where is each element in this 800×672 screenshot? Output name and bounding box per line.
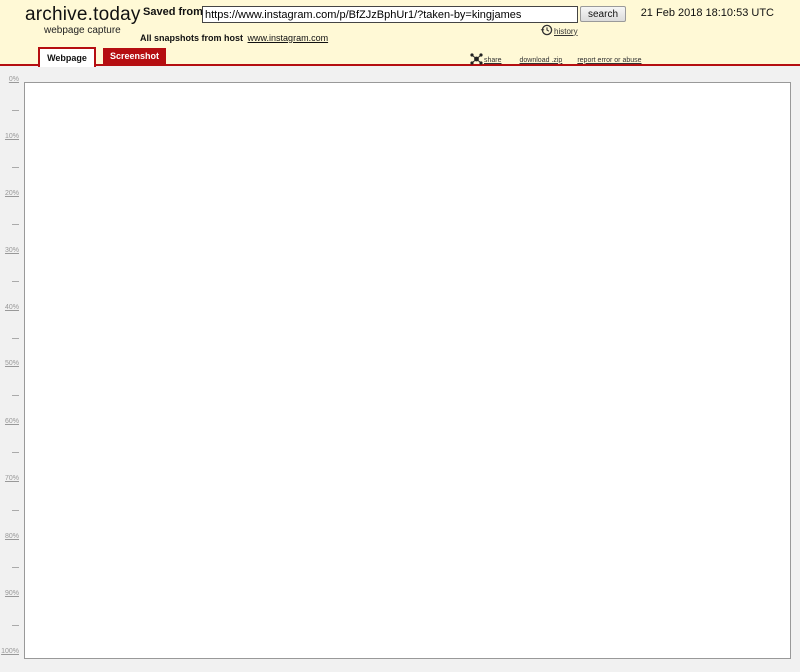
tab-webpage[interactable]: Webpage: [38, 47, 96, 67]
search-button[interactable]: search: [580, 6, 626, 22]
ruler-label-20[interactable]: 20%: [5, 190, 19, 197]
ruler-dash: [12, 395, 19, 396]
ruler-dash: [12, 167, 19, 168]
download-zip-link[interactable]: download .zip: [520, 57, 563, 64]
share-link[interactable]: share: [484, 57, 502, 64]
ruler-dash: [12, 452, 19, 453]
action-links: share download .zip report error or abus…: [470, 53, 642, 67]
ruler-label-40[interactable]: 40%: [5, 304, 19, 311]
capture-date: 21 Feb 2018 18:10:53 UTC: [640, 7, 774, 19]
all-snapshots-label: All snapshots: [140, 33, 200, 43]
saved-from-label: Saved from: [143, 6, 203, 18]
ruler-label-60[interactable]: 60%: [5, 418, 19, 425]
logo-subtitle: webpage capture: [44, 25, 121, 36]
ruler-label-30[interactable]: 30%: [5, 247, 19, 254]
scroll-ruler: 0% 10% 20% 30% 40% 50% 60% 70% 80% 90% 1…: [0, 66, 22, 672]
archived-page-frame[interactable]: [24, 82, 791, 659]
header-bar: archive.today webpage capture Saved from…: [0, 0, 800, 67]
ruler-label-80[interactable]: 80%: [5, 533, 19, 540]
ruler-label-70[interactable]: 70%: [5, 475, 19, 482]
ruler-dash: [12, 338, 19, 339]
ruler-dash: [12, 510, 19, 511]
ruler-dash: [12, 625, 19, 626]
ruler-dash: [12, 281, 19, 282]
ruler-label-100[interactable]: 100%: [1, 648, 19, 655]
all-snapshots-line: All snapshots from host www.instagram.co…: [140, 33, 328, 43]
ruler-dash: [12, 567, 19, 568]
report-abuse-link[interactable]: report error or abuse: [577, 57, 641, 64]
ruler-dash: [12, 110, 19, 111]
url-input[interactable]: [202, 6, 578, 23]
history-link-group[interactable]: history: [540, 24, 578, 38]
ruler-label-0[interactable]: 0%: [9, 76, 19, 83]
history-link[interactable]: history: [554, 27, 578, 36]
tab-screenshot[interactable]: Screenshot: [103, 48, 166, 66]
history-icon[interactable]: [540, 24, 553, 38]
host-link[interactable]: www.instagram.com: [248, 33, 329, 43]
share-icon[interactable]: [470, 53, 483, 67]
ruler-label-90[interactable]: 90%: [5, 590, 19, 597]
ruler-label-10[interactable]: 10%: [5, 133, 19, 140]
from-host-label: from host: [201, 33, 244, 43]
site-logo[interactable]: archive.today: [25, 4, 141, 26]
ruler-dash: [12, 224, 19, 225]
ruler-label-50[interactable]: 50%: [5, 360, 19, 367]
share-link-group[interactable]: share: [470, 53, 502, 67]
